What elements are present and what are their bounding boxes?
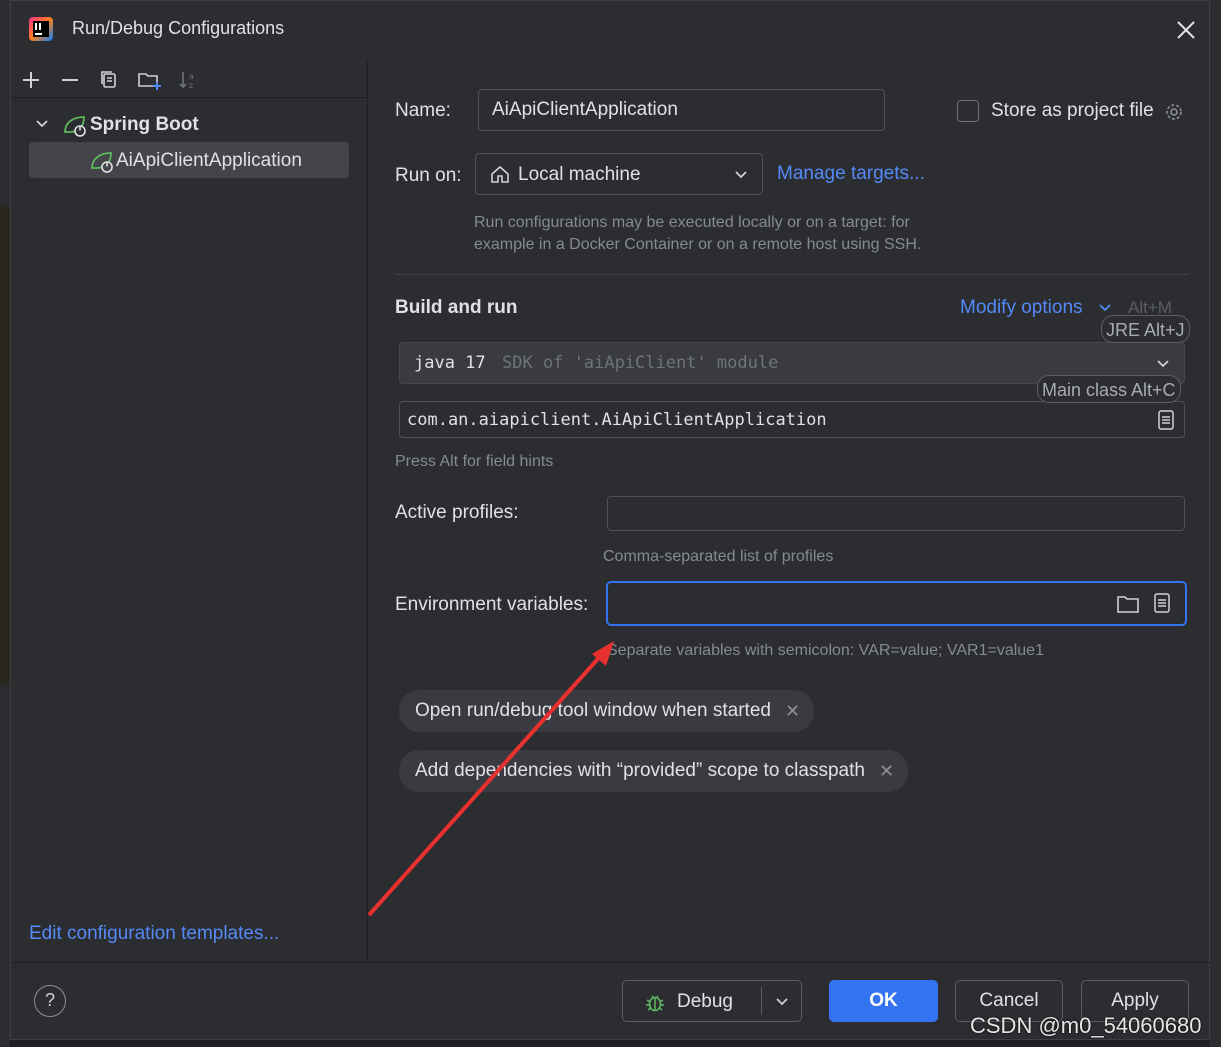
store-project-label[interactable]: Store as project file	[991, 100, 1154, 122]
spring-boot-icon	[64, 116, 86, 137]
expand-icon[interactable]	[1156, 409, 1176, 431]
section-separator	[395, 274, 1189, 275]
expand-icon[interactable]	[1152, 592, 1172, 614]
debug-button-label: Debug	[677, 991, 733, 1012]
jdk-sub-text: SDK of 'aiApiClient' module	[502, 353, 779, 373]
chevron-down-icon[interactable]	[1098, 301, 1112, 315]
background-editor-strip	[0, 205, 10, 685]
app-icon	[29, 17, 53, 41]
run-on-hint-line-1: Run configurations may be executed local…	[474, 214, 910, 231]
run-on-hint-line-2: example in a Docker Container or on a re…	[474, 236, 922, 253]
remove-option-icon[interactable]: ✕	[879, 761, 894, 782]
gear-icon[interactable]	[1162, 100, 1186, 124]
jre-shortcut-tip: JRE Alt+J	[1101, 315, 1190, 343]
footer-separator	[11, 962, 1211, 963]
option-chip-label: Add dependencies with “provided” scope t…	[415, 760, 865, 781]
debug-split-divider	[761, 987, 762, 1015]
remove-option-icon[interactable]: ✕	[785, 701, 800, 722]
main-class-value: com.an.aiapiclient.AiApiClientApplicatio…	[407, 410, 827, 430]
svg-text:z: z	[189, 81, 193, 90]
spring-boot-icon	[91, 152, 113, 173]
main-class-shortcut-tip: Main class Alt+C	[1037, 375, 1181, 403]
main-class-input[interactable]: com.an.aiapiclient.AiApiClientApplicatio…	[399, 401, 1185, 438]
window-title: Run/Debug Configurations	[72, 18, 285, 38]
active-profiles-input[interactable]	[607, 496, 1185, 531]
modify-options-link[interactable]: Modify options	[960, 297, 1083, 319]
chevron-down-icon	[1157, 360, 1169, 368]
run-on-label: Run on:	[395, 165, 462, 186]
jdk-main-text: java 17	[414, 353, 486, 373]
run-on-dropdown[interactable]: Local machine	[475, 153, 763, 195]
name-label: Name:	[395, 100, 451, 121]
title-bar: Run/Debug Configurations	[11, 1, 1211, 61]
folder-icon[interactable]	[1116, 593, 1140, 615]
chevron-down-icon[interactable]	[35, 117, 49, 131]
debug-button[interactable]: Debug	[622, 980, 802, 1022]
edit-templates-link[interactable]: Edit configuration templates...	[29, 923, 279, 945]
field-hints-text: Press Alt for field hints	[395, 453, 554, 470]
help-icon[interactable]: ?	[34, 985, 66, 1017]
active-profiles-label: Active profiles:	[395, 502, 519, 523]
option-chip-label: Open run/debug tool window when started	[415, 700, 771, 721]
option-chip: Add dependencies with “provided” scope t…	[399, 750, 909, 792]
section-title: Build and run	[395, 297, 518, 318]
background-ide-strip-right	[1210, 0, 1221, 1047]
svg-text:a: a	[189, 72, 194, 81]
panel-divider	[367, 61, 368, 963]
new-folder-icon[interactable]	[137, 68, 163, 92]
env-variables-input[interactable]	[606, 581, 1187, 626]
env-variables-label: Environment variables:	[395, 594, 589, 615]
close-icon[interactable]	[1175, 19, 1197, 41]
toolbar-separator	[11, 97, 367, 98]
copy-icon[interactable]	[98, 68, 120, 92]
tree-group-spring-boot[interactable]: Spring Boot	[90, 114, 199, 136]
bug-icon	[646, 995, 664, 1012]
ok-button[interactable]: OK	[829, 980, 938, 1022]
name-input[interactable]: AiApiClientApplication	[478, 89, 885, 131]
option-chip: Open run/debug tool window when started …	[399, 690, 815, 732]
watermark-text: CSDN @m0_54060680	[970, 1013, 1202, 1038]
remove-icon[interactable]	[59, 68, 81, 92]
env-variables-hint: Separate variables with semicolon: VAR=v…	[607, 642, 1044, 659]
add-icon[interactable]	[20, 68, 42, 92]
home-icon	[491, 165, 509, 183]
run-debug-dialog: Run/Debug Configurations az Spring Boot …	[10, 0, 1211, 1040]
manage-targets-link[interactable]: Manage targets...	[777, 163, 925, 185]
run-on-value: Local machine	[518, 164, 641, 185]
chevron-down-icon	[735, 171, 747, 179]
tree-item-label[interactable]: AiApiClientApplication	[116, 150, 302, 172]
active-profiles-hint: Comma-separated list of profiles	[603, 548, 834, 565]
sort-icon[interactable]: az	[177, 68, 199, 92]
chevron-down-icon[interactable]	[775, 995, 789, 1009]
store-project-checkbox[interactable]	[957, 100, 979, 122]
